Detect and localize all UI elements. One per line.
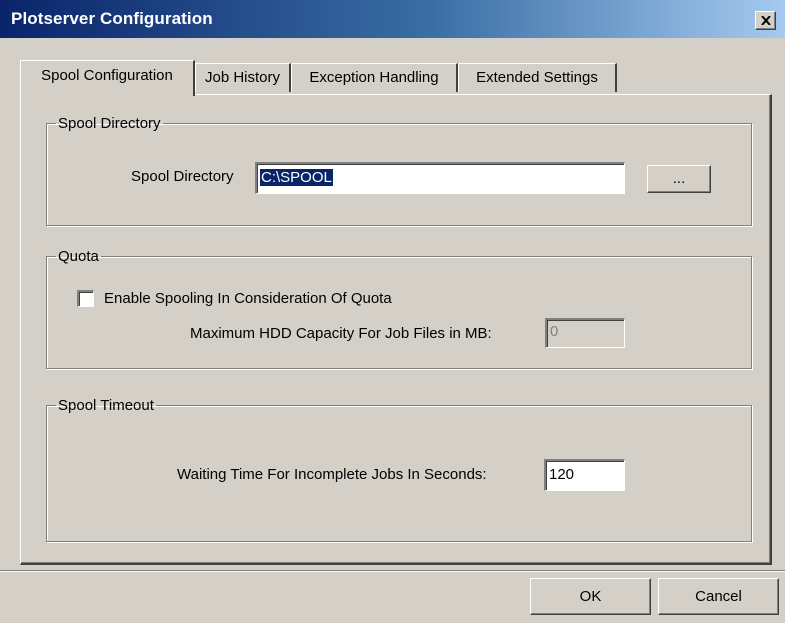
tab-label: Spool Configuration [41,67,173,84]
spool-directory-label: Spool Directory [131,168,234,185]
tab-extended-settings[interactable]: Extended Settings [458,63,617,92]
max-capacity-input[interactable]: 0 [545,318,625,348]
waiting-time-label: Waiting Time For Incomplete Jobs In Seco… [177,466,487,483]
close-icon [760,16,771,25]
browse-label: ... [672,170,686,187]
title-bar: Plotserver Configuration [0,0,785,38]
tab-exception-handling[interactable]: Exception Handling [291,63,458,92]
max-capacity-label: Maximum HDD Capacity For Job Files in MB… [190,325,492,342]
window-title: Plotserver Configuration [11,9,213,28]
group-title: Spool Timeout [58,397,154,414]
max-capacity-value: 0 [550,323,559,340]
tab-spool-configuration[interactable]: Spool Configuration [20,60,195,96]
spool-directory-input[interactable]: C:\SPOOL [255,162,625,194]
quota-group: Quota [46,248,752,369]
enable-quota-checkbox[interactable] [77,290,94,307]
tab-label: Extended Settings [476,69,598,86]
tab-job-history[interactable]: Job History [195,63,291,92]
waiting-time-input[interactable]: 120 [544,459,625,491]
close-button[interactable] [755,11,776,30]
footer-separator [0,570,785,572]
ok-label: OK [579,588,602,605]
cancel-button[interactable]: Cancel [658,578,779,615]
group-title: Spool Directory [58,115,161,132]
browse-button[interactable]: ... [647,165,711,193]
enable-quota-label[interactable]: Enable Spooling In Consideration Of Quot… [104,290,392,307]
waiting-time-value: 120 [549,466,575,483]
group-title: Quota [58,248,99,265]
spool-directory-value: C:\SPOOL [260,169,333,186]
cancel-label: Cancel [695,588,742,605]
tab-label: Job History [204,69,281,86]
tab-label: Exception Handling [309,69,439,86]
ok-button[interactable]: OK [530,578,651,615]
